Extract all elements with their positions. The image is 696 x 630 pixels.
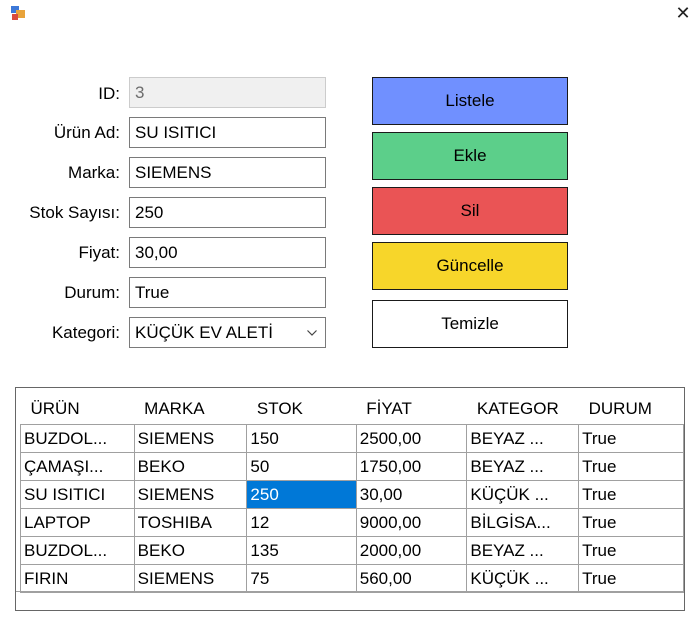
table-cell[interactable]: SIEMENS	[133, 480, 248, 509]
table-row[interactable]: BUZDOL... SIEMENS 150 2500,00 BEYAZ ... …	[20, 424, 684, 453]
listele-button[interactable]: Listele	[372, 77, 568, 125]
table-cell[interactable]: ÇAMAŞI...	[20, 452, 135, 481]
table-row[interactable]: ÇAMAŞI... BEKO 50 1750,00 BEYAZ ... True	[20, 452, 684, 481]
data-grid[interactable]: ÜRÜN MARKA STOK FİYAT KATEGOR DURUM BUZD…	[15, 387, 685, 611]
id-field: 3	[129, 77, 326, 108]
kategori-select[interactable]: KÜÇÜK EV ALETİ	[129, 317, 326, 348]
table-cell[interactable]: BUZDOL...	[20, 424, 135, 453]
table-cell[interactable]: 560,00	[355, 564, 468, 593]
sil-button[interactable]: Sil	[372, 187, 568, 235]
table-cell[interactable]: SIEMENS	[133, 564, 248, 593]
stok-label: Stok Sayısı:	[29, 203, 120, 222]
table-cell[interactable]: SU ISITICI	[20, 480, 135, 509]
close-icon[interactable]: ✕	[675, 3, 690, 23]
table-cell[interactable]: 9000,00	[355, 508, 468, 537]
marka-field[interactable]: SIEMENS	[129, 157, 326, 188]
chevron-down-icon[interactable]	[305, 318, 319, 347]
table-cell[interactable]: 50	[246, 452, 357, 481]
sil-button-label: Sil	[460, 201, 480, 220]
table-cell[interactable]: 135	[246, 536, 357, 565]
table-cell[interactable]: True	[578, 536, 684, 565]
table-row[interactable]: FIRIN SIEMENS 75 560,00 KÜÇÜK ... True	[20, 564, 684, 593]
table-cell[interactable]: 2000,00	[355, 536, 468, 565]
column-header[interactable]: FİYAT	[356, 393, 467, 425]
table-cell[interactable]: BEKO	[133, 536, 248, 565]
table-cell[interactable]: BEYAZ ...	[466, 424, 580, 453]
table-cell[interactable]: BUZDOL...	[20, 536, 135, 565]
close-button[interactable]: ✕	[672, 2, 694, 24]
guncelle-button[interactable]: Güncelle	[372, 242, 568, 290]
new-row-placeholder[interactable]	[16, 591, 684, 610]
app-icon	[10, 5, 26, 21]
listele-button-label: Listele	[445, 91, 495, 110]
table-cell[interactable]: True	[578, 564, 684, 593]
table-row[interactable]: BUZDOL... BEKO 135 2000,00 BEYAZ ... Tru…	[20, 536, 684, 565]
product-table: ÜRÜN MARKA STOK FİYAT KATEGOR DURUM BUZD…	[20, 393, 684, 593]
table-cell[interactable]: BEYAZ ...	[466, 536, 580, 565]
fiyat-field[interactable]: 30,00	[129, 237, 326, 268]
table-cell[interactable]: KÜÇÜK ...	[466, 480, 580, 509]
table-cell[interactable]: True	[578, 424, 684, 453]
column-header[interactable]: STOK	[247, 393, 356, 425]
column-header[interactable]: DURUM	[579, 393, 684, 425]
table-cell[interactable]: BEYAZ ...	[466, 452, 580, 481]
temizle-button-label: Temizle	[441, 314, 499, 333]
kategori-label: Kategori:	[51, 323, 120, 342]
id-label: ID:	[98, 84, 120, 103]
table-cell[interactable]: 2500,00	[355, 424, 468, 453]
guncelle-button-label: Güncelle	[436, 256, 504, 275]
column-header[interactable]: ÜRÜN	[21, 393, 135, 425]
table-cell[interactable]: SIEMENS	[133, 424, 248, 453]
table-header-row: ÜRÜN MARKA STOK FİYAT KATEGOR DURUM	[21, 393, 684, 425]
table-cell[interactable]: LAPTOP	[20, 508, 135, 537]
table-row[interactable]: LAPTOP TOSHIBA 12 9000,00 BİLGİSA... Tru…	[20, 508, 684, 537]
urun-ad-field[interactable]: SU ISITICI	[129, 117, 326, 148]
table-cell[interactable]: 1750,00	[355, 452, 468, 481]
table-cell[interactable]: KÜÇÜK ...	[466, 564, 580, 593]
table-cell[interactable]: 30,00	[355, 480, 468, 509]
kategori-selected-value: KÜÇÜK EV ALETİ	[135, 323, 273, 342]
table-cell-selected[interactable]: 250	[246, 480, 357, 509]
ekle-button[interactable]: Ekle	[372, 132, 568, 180]
column-header[interactable]: KATEGOR	[467, 393, 579, 425]
table-cell[interactable]: 75	[246, 564, 357, 593]
table-cell[interactable]: TOSHIBA	[133, 508, 248, 537]
durum-label: Durum:	[64, 283, 120, 302]
stok-field[interactable]: 250	[129, 197, 326, 228]
marka-label: Marka:	[68, 163, 120, 182]
table-cell[interactable]: True	[578, 452, 684, 481]
durum-field[interactable]: True	[129, 277, 326, 308]
table-cell[interactable]: True	[578, 480, 684, 509]
table-row[interactable]: SU ISITICI SIEMENS 250 30,00 KÜÇÜK ... T…	[20, 480, 684, 509]
ekle-button-label: Ekle	[453, 146, 487, 165]
table-cell[interactable]: FIRIN	[20, 564, 135, 593]
temizle-button[interactable]: Temizle	[372, 300, 568, 348]
table-cell[interactable]: BİLGİSA...	[466, 508, 580, 537]
table-cell[interactable]: BEKO	[133, 452, 248, 481]
fiyat-label: Fiyat:	[78, 243, 120, 262]
table-cell[interactable]: True	[578, 508, 684, 537]
urun-ad-label: Ürün Ad:	[53, 123, 120, 142]
table-cell[interactable]: 12	[246, 508, 357, 537]
column-header[interactable]: MARKA	[134, 393, 247, 425]
table-cell[interactable]: 150	[246, 424, 357, 453]
